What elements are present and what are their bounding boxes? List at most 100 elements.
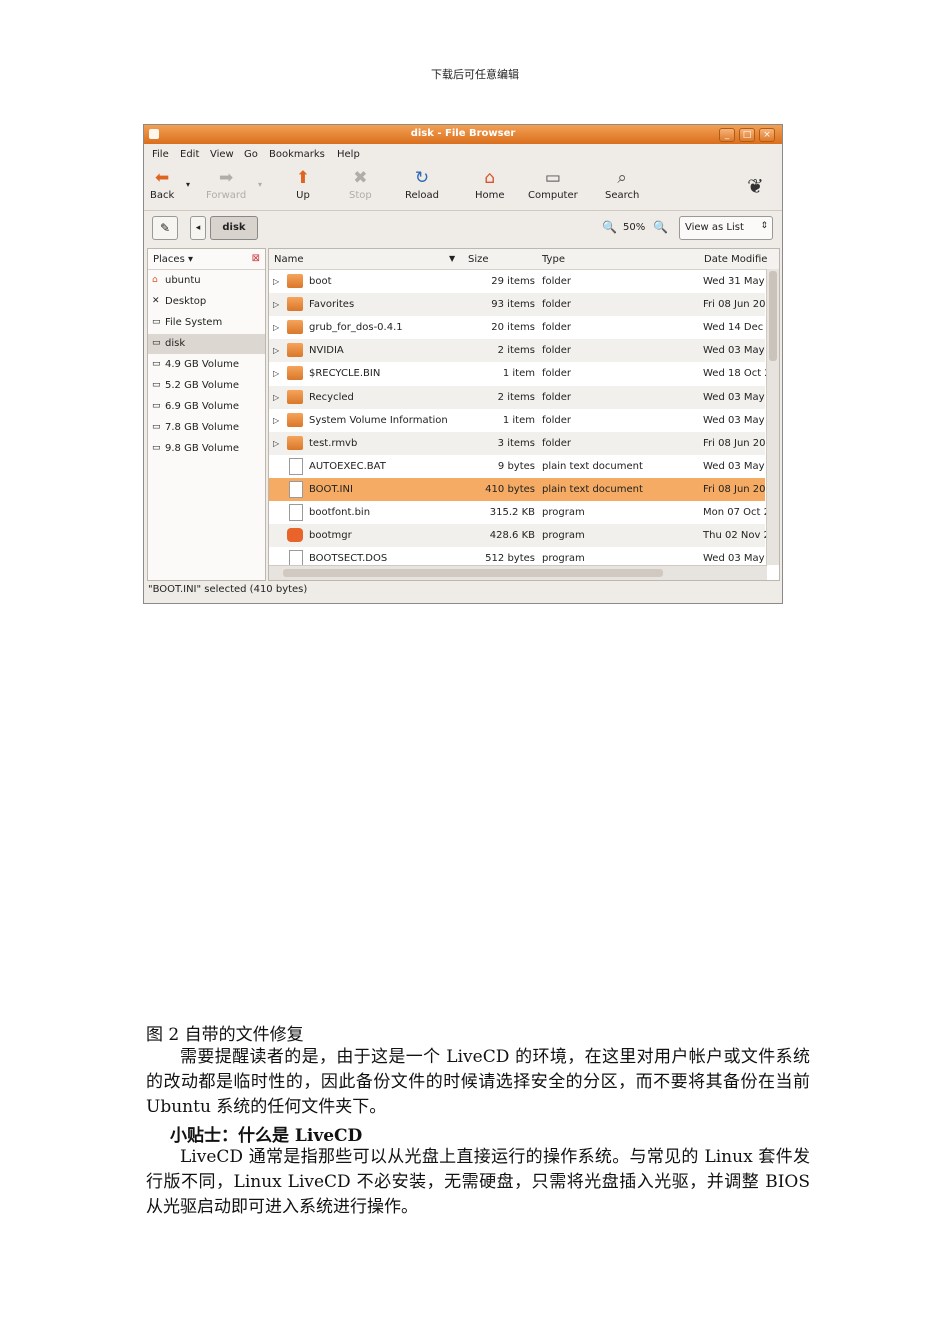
figure-caption: 图 2 自带的文件修复 <box>146 1025 304 1045</box>
up-label: Up <box>296 190 310 201</box>
computer-button[interactable]: ▭ Computer <box>528 168 578 201</box>
forward-arrow-icon: ➡ <box>218 168 234 188</box>
folder-icon <box>287 297 303 312</box>
expander-icon[interactable]: ▷ <box>273 323 279 332</box>
expander-icon[interactable]: ▷ <box>273 346 279 355</box>
file-size: 428.6 KB <box>489 530 535 542</box>
place-volume-7-8[interactable]: ▭ 7.8 GB Volume <box>148 418 265 438</box>
location-bar: ✎ ◂ disk 🔍 50% 🔍 View as List ⇕ <box>144 211 782 245</box>
horizontal-scrollbar[interactable] <box>269 565 767 580</box>
table-row[interactable]: bootfont.bin 315.2 KB program Mon 07 Oct 2 <box>269 501 770 524</box>
forward-dropdown-icon[interactable]: ▾ <box>258 180 262 189</box>
home-folder-icon: ⌂ <box>152 275 158 285</box>
expander-icon[interactable]: ▷ <box>273 300 279 309</box>
status-bar: "BOOT.INI" selected (410 bytes) <box>148 584 308 595</box>
folder-icon <box>287 435 303 450</box>
breadcrumb-disk[interactable]: disk <box>210 216 258 240</box>
column-date[interactable]: Date Modifie <box>704 254 767 265</box>
file-type: folder <box>542 391 572 403</box>
zoom-level: 50% <box>623 222 646 233</box>
spin-arrows-icon: ⇕ <box>760 221 768 231</box>
close-sidebar-icon[interactable]: ⊠ <box>252 253 260 264</box>
view-mode-select[interactable]: View as List ⇕ <box>679 216 773 240</box>
home-icon: ⌂ <box>484 168 496 188</box>
file-size: 29 items <box>491 276 535 287</box>
stop-icon: ✖ <box>353 168 368 188</box>
table-row[interactable]: ▷ $RECYCLE.BIN 1 item folder Wed 18 Oct 2 <box>269 362 771 385</box>
document-icon <box>289 480 303 498</box>
back-button[interactable]: ⬅ Back <box>150 168 174 201</box>
drive-icon: ▭ <box>152 443 161 453</box>
table-row[interactable]: ▷ NVIDIA 2 items folder Wed 03 May <box>269 339 765 363</box>
up-button[interactable]: ⬆ Up <box>292 168 314 201</box>
places-header[interactable]: Places ▾ ⊠ <box>148 249 265 270</box>
file-size: 1 item <box>502 414 535 426</box>
forward-button[interactable]: ➡ Forward <box>206 168 246 201</box>
expander-icon[interactable]: ▷ <box>273 393 279 402</box>
place-volume-9-8[interactable]: ▭ 9.8 GB Volume <box>148 439 265 459</box>
breadcrumb-left-arrow-icon[interactable]: ◂ <box>190 216 206 240</box>
file-name: Favorites <box>309 299 355 311</box>
table-row[interactable]: ▷ System Volume Information 1 item folder We… <box>269 409 765 432</box>
scroll-thumb[interactable] <box>283 569 663 577</box>
menu-file[interactable]: File <box>152 149 169 160</box>
place-desktop[interactable]: ✕ Desktop <box>148 292 265 312</box>
menu-edit[interactable]: Edit <box>180 149 199 160</box>
minimize-button[interactable]: _ <box>719 128 735 142</box>
file-size: 1 item <box>502 368 535 380</box>
file-name: test.rmvb <box>309 437 358 449</box>
drive-icon: ▭ <box>152 317 161 327</box>
search-button[interactable]: ⌕ Search <box>605 168 639 201</box>
table-row[interactable]: AUTOEXEC.BAT 9 bytes plain text document We… <box>269 455 765 478</box>
expander-icon[interactable]: ▷ <box>273 416 279 425</box>
file-name: System Volume Information <box>309 414 448 426</box>
place-file-system[interactable]: ▭ File System <box>148 313 265 333</box>
maximize-button[interactable]: □ <box>739 128 755 142</box>
folder-icon <box>287 274 303 288</box>
menu-go[interactable]: Go <box>244 149 258 160</box>
desktop-icon: ✕ <box>152 296 160 306</box>
column-type[interactable]: Type <box>542 254 565 265</box>
column-size[interactable]: Size <box>468 254 489 265</box>
file-date: Wed 03 May <box>703 391 765 403</box>
edit-location-icon[interactable]: ✎ <box>152 216 178 240</box>
place-volume-5-2[interactable]: ▭ 5.2 GB Volume <box>148 376 265 396</box>
table-row[interactable]: ▷ grub_for_dos-0.4.1 20 items folder Wed 14 … <box>269 316 765 339</box>
scroll-thumb[interactable] <box>769 271 777 361</box>
place-volume-4-9[interactable]: ▭ 4.9 GB Volume <box>148 355 265 375</box>
place-volume-6-9[interactable]: ▭ 6.9 GB Volume <box>148 397 265 417</box>
place-ubuntu[interactable]: ⌂ ubuntu <box>148 271 265 291</box>
place-label: 4.9 GB Volume <box>165 359 240 370</box>
table-row[interactable]: ▷ test.rmvb 3 items folder Fri 08 Jun 20 <box>269 431 766 455</box>
reload-button[interactable]: ↻ Reload <box>405 168 439 201</box>
zoom-in-icon[interactable]: 🔍 <box>653 220 668 234</box>
menu-view[interactable]: View <box>210 149 234 160</box>
file-browser-screenshot: disk - File Browser _ □ × File Edit View… <box>143 124 783 604</box>
home-button[interactable]: ⌂ Home <box>475 168 505 201</box>
stop-button[interactable]: ✖ Stop <box>349 168 372 201</box>
column-name[interactable]: Name <box>274 254 304 265</box>
file-name: BOOTSECT.DOS <box>309 553 388 565</box>
page-header-note: 下载后可任意编辑 <box>431 68 519 81</box>
forward-label: Forward <box>206 190 247 201</box>
table-row[interactable]: ▷ boot 29 items folder Wed 31 May <box>269 270 765 293</box>
place-disk[interactable]: ▭ disk <box>148 334 265 354</box>
zoom-out-icon[interactable]: 🔍 <box>602 220 617 234</box>
table-row[interactable]: bootmgr 428.6 KB program Thu 02 Nov 2 <box>269 524 770 548</box>
expander-icon[interactable]: ▷ <box>273 369 279 378</box>
folder-icon <box>287 320 303 335</box>
table-row[interactable]: BOOT.INI 410 bytes plain text document Fri … <box>269 477 766 501</box>
menu-bookmarks[interactable]: Bookmarks <box>269 149 325 160</box>
back-dropdown-icon[interactable]: ▾ <box>186 180 190 189</box>
table-row[interactable]: ▷ Favorites 93 items folder Fri 08 Jun 20 <box>269 293 766 317</box>
file-name: NVIDIA <box>309 345 344 357</box>
table-row[interactable]: ▷ Recycled 2 items folder Wed 03 May <box>269 385 765 409</box>
sort-arrow-icon[interactable]: ▼ <box>449 254 455 263</box>
close-button[interactable]: × <box>759 128 775 142</box>
expander-icon[interactable]: ▷ <box>273 277 279 286</box>
window-titlebar: disk - File Browser _ □ × <box>144 125 782 144</box>
place-label: 7.8 GB Volume <box>165 422 240 433</box>
vertical-scrollbar[interactable] <box>766 269 779 565</box>
expander-icon[interactable]: ▷ <box>273 439 279 448</box>
menu-help[interactable]: Help <box>337 149 360 160</box>
